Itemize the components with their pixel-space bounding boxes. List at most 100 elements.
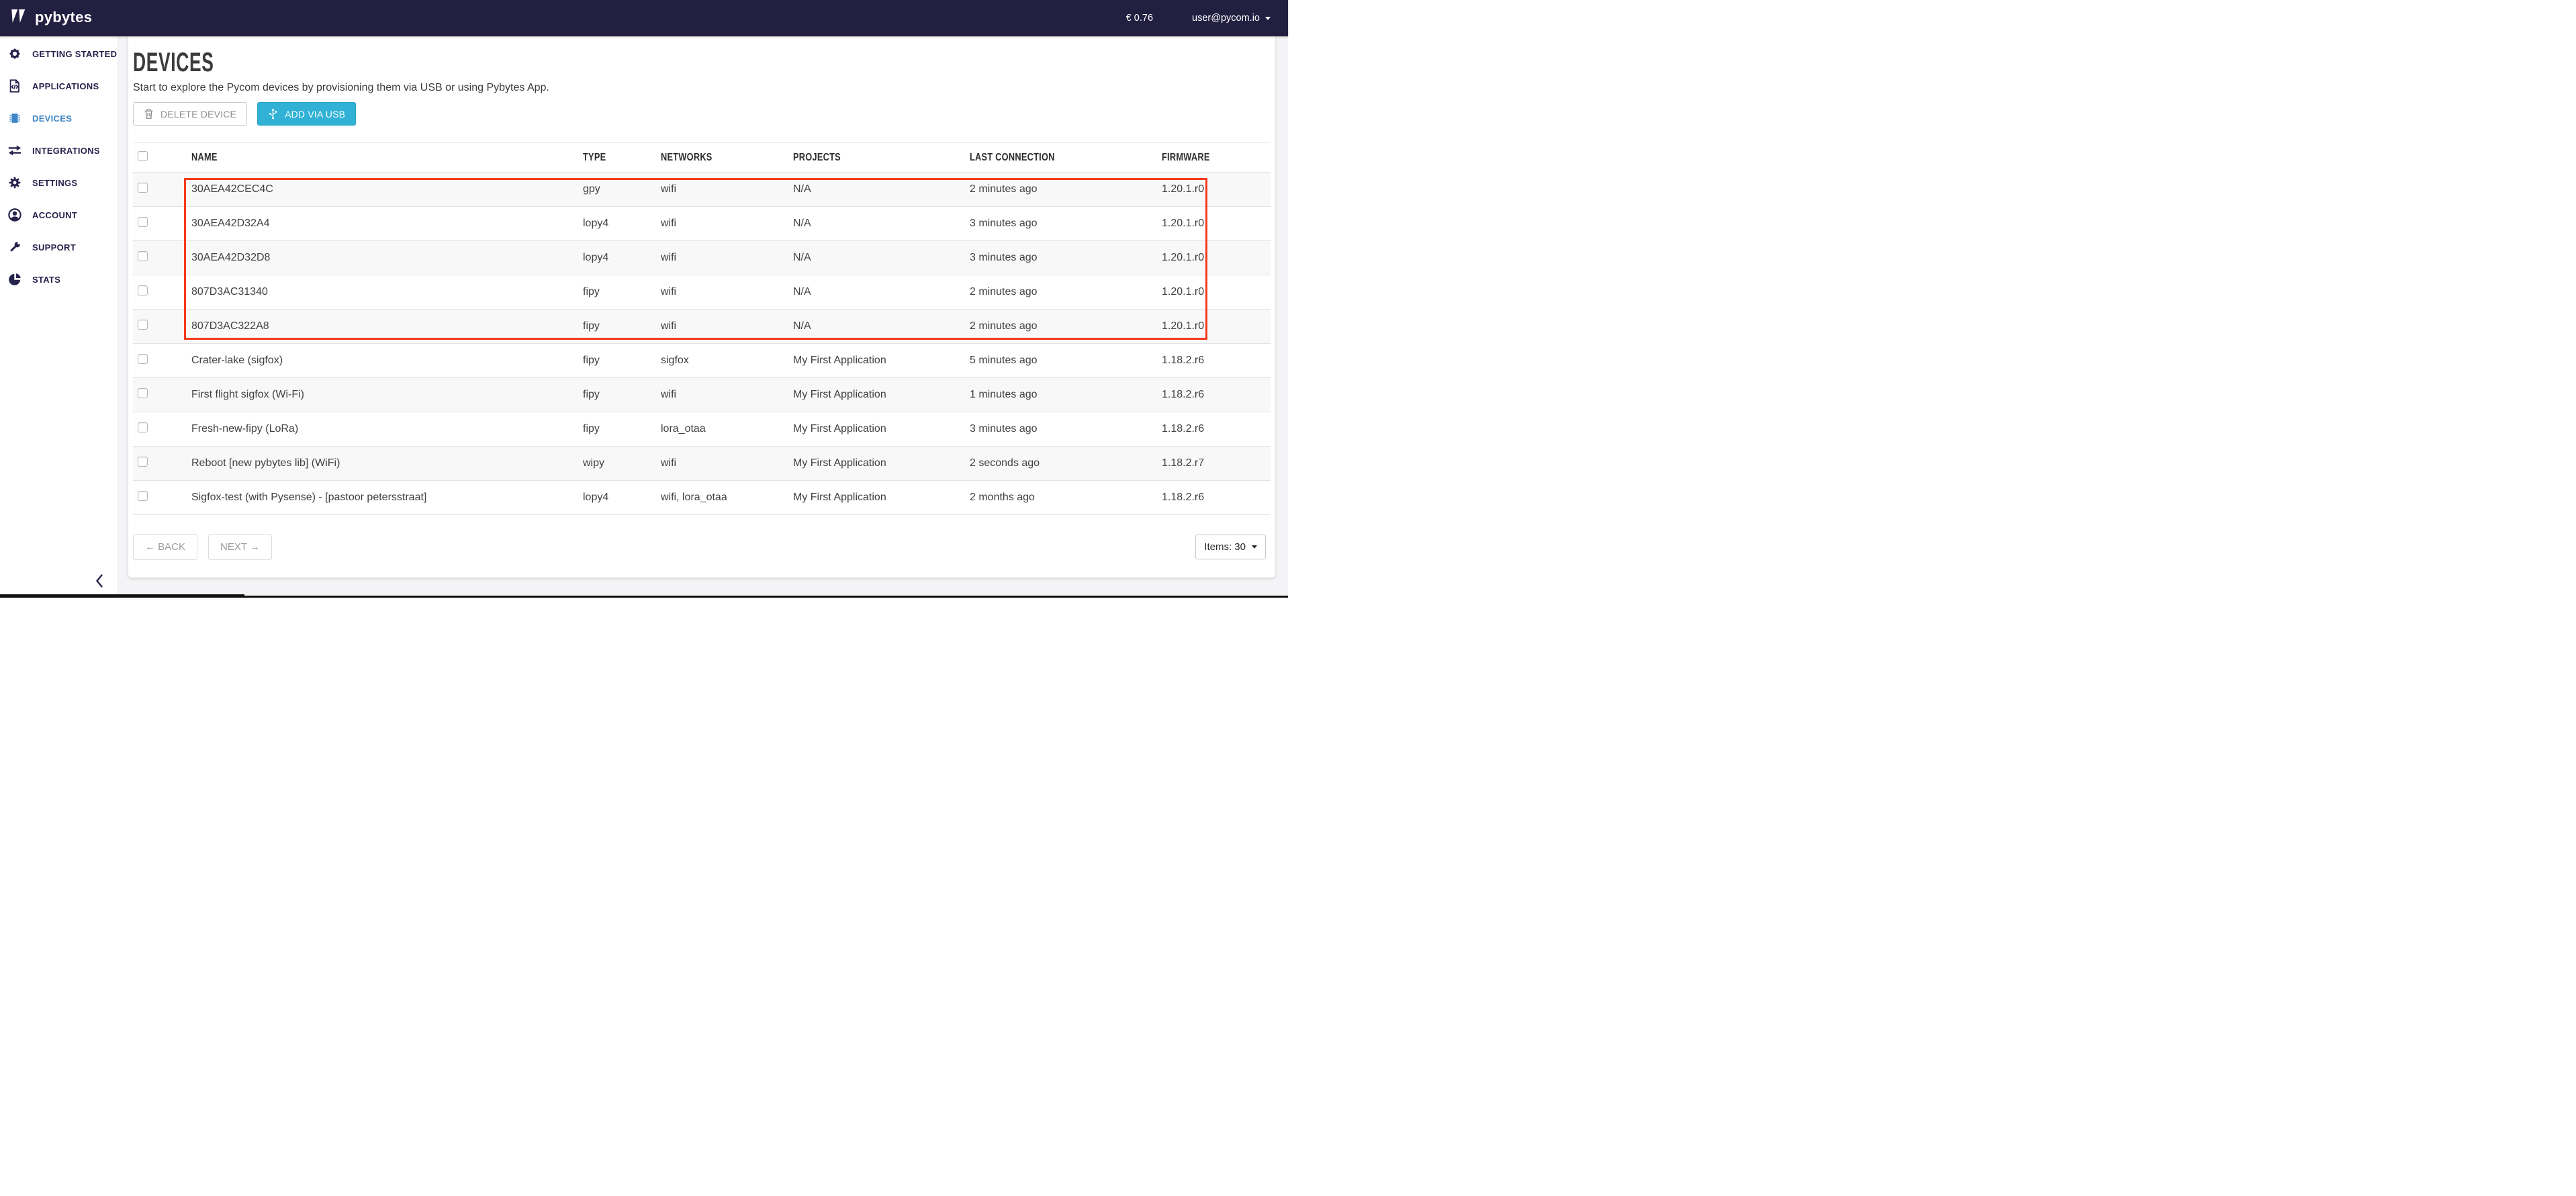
device-type-cell: fipy <box>578 389 655 401</box>
device-firmware-cell: 1.18.2.r6 <box>1155 355 1271 367</box>
table-row[interactable]: Reboot [new pybytes lib] (WiFi) wipy wif… <box>133 447 1271 481</box>
sidebar-item-stats[interactable]: STATS <box>0 263 118 295</box>
row-checkbox-cell <box>133 388 181 402</box>
device-name-cell: Crater-lake (sigfox) <box>181 355 578 367</box>
device-name-cell: 30AEA42D32D8 <box>181 252 578 264</box>
device-type-cell: lopy4 <box>578 218 655 230</box>
row-checkbox-cell <box>133 183 181 196</box>
column-header-last-connection: LAST CONNECTION <box>970 152 1055 164</box>
device-firmware-cell: 1.20.1.r0 <box>1155 252 1271 264</box>
logo-text: pybytes <box>35 10 92 26</box>
device-name-cell: Reboot [new pybytes lib] (WiFi) <box>181 457 578 469</box>
row-checkbox[interactable] <box>138 285 148 295</box>
device-projects-cell: My First Application <box>789 457 967 469</box>
usb-icon <box>268 107 278 120</box>
select-all-checkbox[interactable] <box>138 151 148 161</box>
device-last-connection-cell: 2 months ago <box>967 492 1155 504</box>
device-type-cell: fipy <box>578 320 655 332</box>
page-subtitle: Start to explore the Pycom devices by pr… <box>133 81 1271 94</box>
device-last-connection-cell: 3 minutes ago <box>967 252 1155 264</box>
sidebar-item-account[interactable]: ACCOUNT <box>0 199 118 231</box>
sidebar-nav: GETTING STARTED APPLICATIONS <box>0 36 118 295</box>
column-header-networks: NETWORKS <box>661 152 712 164</box>
next-button[interactable]: NEXT → <box>208 534 272 560</box>
table-row[interactable]: First flight sigfox (Wi-Fi) fipy wifi My… <box>133 378 1271 412</box>
delete-device-button[interactable]: DELETE DEVICE <box>133 102 247 126</box>
row-checkbox[interactable] <box>138 354 148 364</box>
row-checkbox[interactable] <box>138 183 148 193</box>
user-menu[interactable]: user@pycom.io <box>1192 13 1271 24</box>
table-row[interactable]: 30AEA42CEC4C gpy wifi N/A 2 minutes ago … <box>133 173 1271 207</box>
device-type-cell: wipy <box>578 457 655 469</box>
device-networks-cell: wifi, lora_otaa <box>655 492 789 504</box>
items-per-page-dropdown[interactable]: Items: 30 <box>1195 535 1266 559</box>
table-row[interactable]: 30AEA42D32D8 lopy4 wifi N/A 3 minutes ag… <box>133 241 1271 275</box>
pie-chart-icon <box>7 272 22 287</box>
account-balance[interactable]: € 0.76 <box>1126 13 1153 24</box>
page-root: pybytes € 0.76 user@pycom.io GETTING S <box>0 0 1288 598</box>
sidebar-item-label: ACCOUNT <box>32 210 77 220</box>
wrench-icon <box>7 240 22 255</box>
device-last-connection-cell: 2 minutes ago <box>967 183 1155 195</box>
row-checkbox[interactable] <box>138 388 148 398</box>
row-checkbox[interactable] <box>138 217 148 227</box>
row-checkbox[interactable] <box>138 251 148 261</box>
device-last-connection-cell: 2 minutes ago <box>967 286 1155 298</box>
caret-down-icon <box>1252 545 1257 549</box>
device-type-cell: fipy <box>578 423 655 435</box>
table-body: 30AEA42CEC4C gpy wifi N/A 2 minutes ago … <box>133 173 1271 515</box>
device-networks-cell: wifi <box>655 183 789 195</box>
device-name-cell: 30AEA42CEC4C <box>181 183 578 195</box>
sidebar-item-label: STATS <box>32 275 60 285</box>
delete-device-label: DELETE DEVICE <box>160 109 236 120</box>
user-icon <box>7 208 22 222</box>
row-checkbox[interactable] <box>138 491 148 501</box>
device-projects-cell: N/A <box>789 320 967 332</box>
device-firmware-cell: 1.20.1.r0 <box>1155 320 1271 332</box>
sidebar-item-getting-started[interactable]: GETTING STARTED <box>0 38 118 70</box>
device-firmware-cell: 1.18.2.r6 <box>1155 389 1271 401</box>
column-header-name: NAME <box>191 152 218 164</box>
device-projects-cell: My First Application <box>789 423 967 435</box>
device-last-connection-cell: 5 minutes ago <box>967 355 1155 367</box>
row-checkbox[interactable] <box>138 320 148 330</box>
device-firmware-cell: 1.18.2.r7 <box>1155 457 1271 469</box>
device-projects-cell: N/A <box>789 286 967 298</box>
transfer-arrows-icon <box>7 143 22 158</box>
row-checkbox[interactable] <box>138 422 148 432</box>
row-checkbox-cell <box>133 422 181 436</box>
sidebar-collapse-button[interactable] <box>91 573 107 591</box>
table-row[interactable]: Fresh-new-fipy (LoRa) fipy lora_otaa My … <box>133 412 1271 447</box>
row-checkbox-cell <box>133 457 181 470</box>
chip-icon <box>7 111 22 126</box>
column-header-firmware: FIRMWARE <box>1162 152 1210 164</box>
devices-table: NAME TYPE NETWORKS PROJECTS LAST CONNECT… <box>133 142 1271 515</box>
add-via-usb-button[interactable]: ADD VIA USB <box>257 102 356 126</box>
user-email: user@pycom.io <box>1192 13 1260 24</box>
sidebar-item-label: SUPPORT <box>32 242 76 252</box>
sidebar-item-applications[interactable]: APPLICATIONS <box>0 70 118 102</box>
pybytes-logo[interactable]: pybytes <box>9 9 92 28</box>
badge-icon <box>7 46 22 61</box>
table-row[interactable]: 30AEA42D32A4 lopy4 wifi N/A 3 minutes ag… <box>133 207 1271 241</box>
column-header-projects: PROJECTS <box>793 152 841 164</box>
back-button[interactable]: ← BACK <box>133 534 197 560</box>
sidebar-item-integrations[interactable]: INTEGRATIONS <box>0 134 118 167</box>
sidebar-item-settings[interactable]: SETTINGS <box>0 167 118 199</box>
row-checkbox[interactable] <box>138 457 148 467</box>
device-name-cell: Fresh-new-fipy (LoRa) <box>181 423 578 435</box>
device-firmware-cell: 1.18.2.r6 <box>1155 492 1271 504</box>
device-type-cell: lopy4 <box>578 492 655 504</box>
sidebar-item-devices[interactable]: DEVICES <box>0 102 118 134</box>
table-row[interactable]: Sigfox-test (with Pysense) - [pastoor pe… <box>133 481 1271 515</box>
device-last-connection-cell: 2 minutes ago <box>967 320 1155 332</box>
trash-icon <box>144 108 154 120</box>
sidebar-item-label: DEVICES <box>32 113 72 124</box>
sidebar-item-support[interactable]: SUPPORT <box>0 231 118 263</box>
table-row[interactable]: 807D3AC322A8 fipy wifi N/A 2 minutes ago… <box>133 310 1271 344</box>
row-checkbox-cell <box>133 491 181 504</box>
device-type-cell: fipy <box>578 355 655 367</box>
table-row[interactable]: Crater-lake (sigfox) fipy sigfox My Firs… <box>133 344 1271 378</box>
device-networks-cell: lora_otaa <box>655 423 789 435</box>
table-row[interactable]: 807D3AC31340 fipy wifi N/A 2 minutes ago… <box>133 275 1271 310</box>
